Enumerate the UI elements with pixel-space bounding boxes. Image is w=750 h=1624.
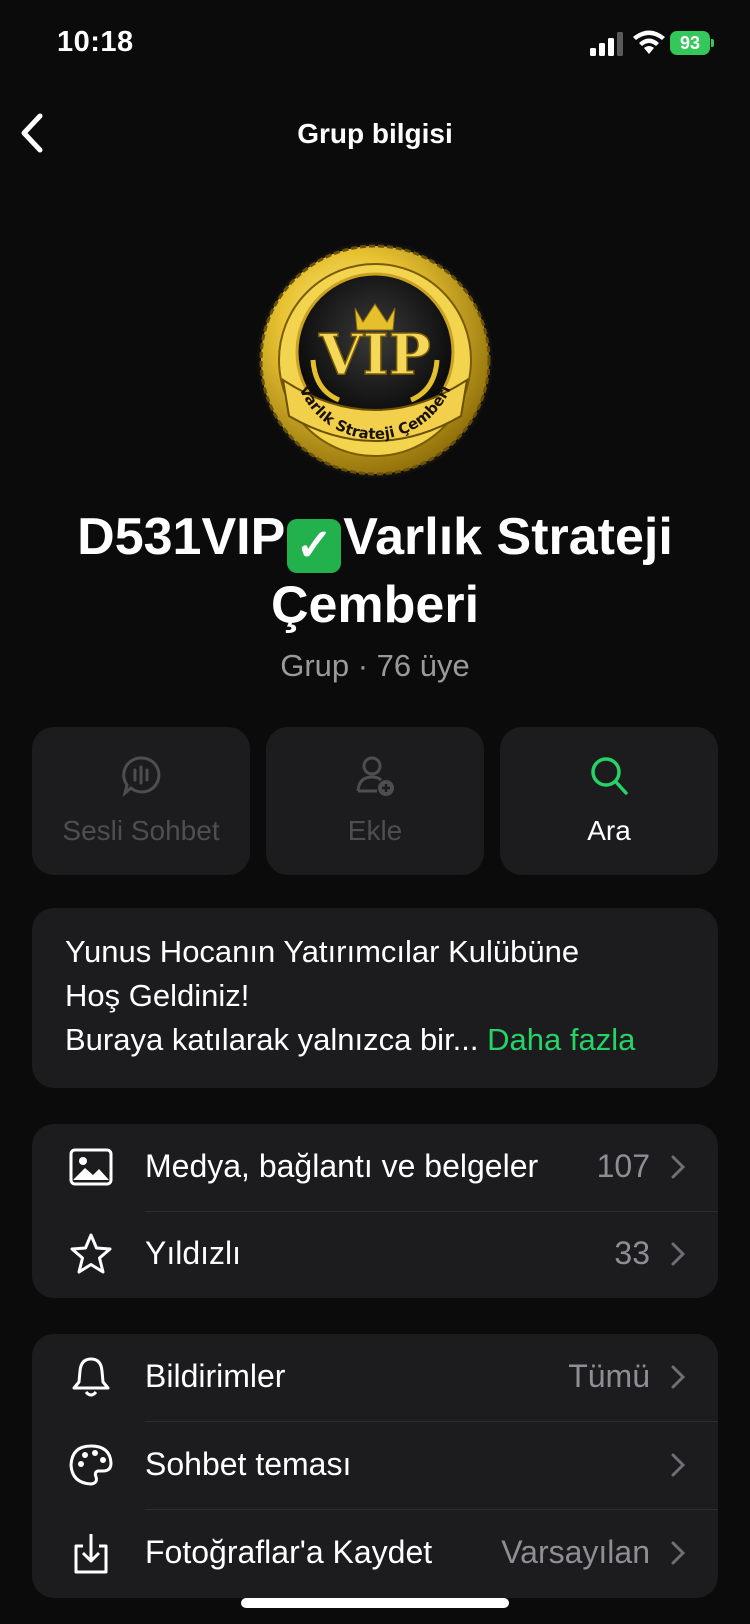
group-description: Yunus Hocanın Yatırımcılar Kulübüne Hoş … bbox=[65, 934, 636, 1057]
status-bar: 10:18 93 bbox=[0, 0, 750, 90]
voice-chat-icon bbox=[122, 756, 161, 797]
bell-icon bbox=[72, 1357, 110, 1397]
badge-vip-text: VIP bbox=[318, 322, 431, 388]
save-to-photos-value: Varsayılan bbox=[501, 1534, 650, 1570]
read-more-link[interactable]: Daha fazla bbox=[487, 1022, 635, 1057]
chevron-right-icon bbox=[671, 1365, 686, 1389]
star-icon bbox=[70, 1233, 112, 1274]
media-starred-section: Medya, bağlantı ve belgeler 107 Yıldızlı… bbox=[32, 1124, 718, 1298]
page-title: Grup bilgisi bbox=[297, 118, 453, 149]
nav-bar: Grup bilgisi bbox=[0, 100, 750, 166]
check-mark-emoji-icon: ✓ bbox=[287, 519, 342, 573]
add-person-icon bbox=[356, 756, 394, 796]
add-member-button[interactable]: Ekle bbox=[266, 727, 484, 875]
wifi-icon bbox=[633, 30, 665, 54]
chat-theme-row[interactable]: Sohbet teması bbox=[32, 1422, 718, 1509]
group-name-part1: D531VIP bbox=[77, 508, 286, 566]
cellular-signal-icon bbox=[590, 32, 623, 56]
group-name: D531VIP ✓ Varlık Strateji Çemberi bbox=[60, 505, 690, 637]
notifications-row[interactable]: Bildirimler Tümü bbox=[32, 1334, 718, 1421]
starred-row[interactable]: Yıldızlı 33 bbox=[32, 1211, 718, 1298]
save-to-photos-row[interactable]: Fotoğraflar'a Kaydet Varsayılan bbox=[32, 1510, 718, 1597]
add-member-label: Ekle bbox=[347, 815, 403, 846]
palette-icon bbox=[69, 1444, 113, 1486]
action-buttons: Sesli Sohbet Ekle Ara bbox=[32, 727, 718, 875]
media-links-docs-row[interactable]: Medya, bağlantı ve belgeler 107 bbox=[32, 1124, 718, 1211]
image-icon bbox=[69, 1148, 113, 1186]
battery-level: 93 bbox=[670, 31, 710, 55]
settings-section: Bildirimler Tümü Sohbet teması Fotoğrafl… bbox=[32, 1334, 718, 1598]
search-icon bbox=[591, 757, 628, 795]
group-avatar[interactable]: VIP Varlık Strateji Çemberi bbox=[255, 240, 495, 480]
group-member-count: Grup · 76 üye bbox=[280, 648, 470, 683]
home-indicator[interactable] bbox=[241, 1598, 509, 1608]
notifications-value: Tümü bbox=[568, 1358, 650, 1394]
search-button[interactable]: Ara bbox=[500, 727, 718, 875]
group-description-card[interactable]: Yunus Hocanın Yatırımcılar Kulübüne Hoş … bbox=[32, 908, 718, 1088]
voice-chat-button[interactable]: Sesli Sohbet bbox=[32, 727, 250, 875]
status-time: 10:18 bbox=[57, 26, 134, 58]
chevron-right-icon bbox=[671, 1242, 686, 1266]
battery-icon: 93 bbox=[670, 31, 714, 57]
starred-count: 33 bbox=[614, 1235, 650, 1271]
save-download-icon bbox=[74, 1534, 108, 1574]
search-label: Ara bbox=[587, 815, 631, 846]
voice-chat-label: Sesli Sohbet bbox=[62, 815, 220, 846]
chevron-right-icon bbox=[671, 1155, 686, 1179]
chevron-right-icon bbox=[671, 1541, 686, 1565]
chevron-right-icon bbox=[671, 1453, 686, 1477]
media-count: 107 bbox=[596, 1148, 650, 1184]
